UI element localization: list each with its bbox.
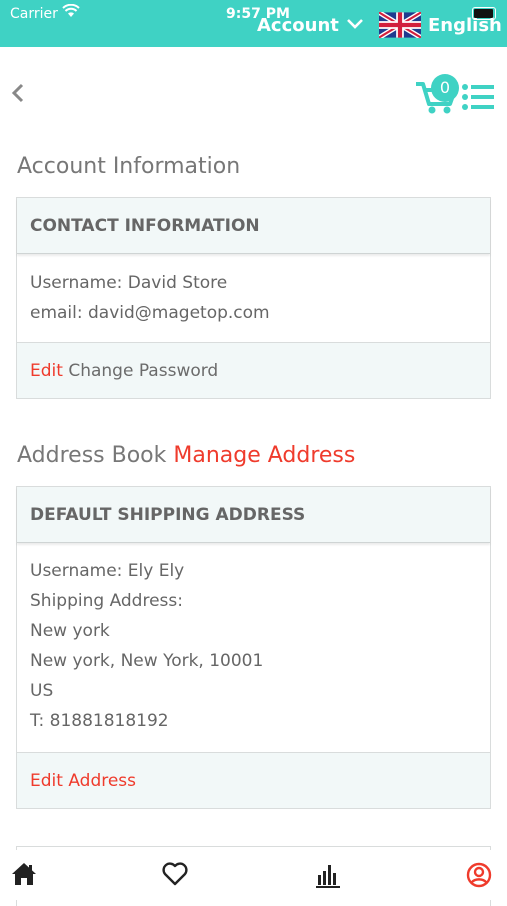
list-menu-icon[interactable] bbox=[462, 84, 494, 110]
cart-count-badge[interactable]: 0 bbox=[431, 74, 459, 102]
bottom-tab-bar bbox=[0, 850, 507, 900]
battery-icon bbox=[472, 7, 496, 20]
address-street-line: New york bbox=[30, 621, 110, 641]
manage-address-link[interactable]: Manage Address bbox=[173, 443, 355, 468]
account-information-title: Account Information bbox=[17, 154, 241, 179]
address-country-line: US bbox=[30, 681, 54, 701]
account-icon[interactable] bbox=[466, 862, 492, 888]
address-username-line: Username: Ely Ely bbox=[30, 561, 185, 581]
heart-icon[interactable] bbox=[162, 862, 188, 886]
address-actions: Edit Address bbox=[17, 752, 490, 808]
edit-address-link[interactable]: Edit Address bbox=[30, 771, 136, 791]
account-menu-label[interactable]: Account bbox=[257, 15, 339, 36]
address-city-line: New york, New York, 10001 bbox=[30, 651, 264, 671]
username-line: Username: David Store bbox=[30, 273, 228, 293]
address-book-title: Address Book bbox=[17, 443, 167, 468]
edit-link[interactable]: Edit bbox=[30, 361, 63, 381]
default-shipping-address-card: DEFAULT SHIPPING ADDRESS Username: Ely E… bbox=[16, 486, 491, 809]
top-bar: Carrier 9:57 PM Account English bbox=[0, 0, 507, 47]
contact-actions: Edit Change Password bbox=[17, 342, 490, 398]
uk-flag-icon[interactable] bbox=[379, 12, 421, 38]
contact-information-card: CONTACT INFORMATION Username: David Stor… bbox=[16, 197, 491, 399]
back-chevron-icon[interactable] bbox=[10, 82, 26, 104]
home-icon[interactable] bbox=[11, 862, 37, 886]
address-book-heading: Address Book Manage Address bbox=[17, 443, 355, 468]
change-password-link[interactable]: Change Password bbox=[68, 361, 218, 381]
contact-information-heading: CONTACT INFORMATION bbox=[17, 198, 490, 254]
chart-icon[interactable] bbox=[316, 862, 340, 888]
shipping-address-label: Shipping Address: bbox=[30, 591, 183, 611]
email-line: email: david@magetop.com bbox=[30, 303, 270, 323]
wifi-icon bbox=[62, 4, 80, 17]
shipping-address-heading: DEFAULT SHIPPING ADDRESS bbox=[17, 487, 490, 543]
chevron-down-icon[interactable] bbox=[346, 18, 364, 30]
carrier-label: Carrier bbox=[10, 6, 58, 22]
address-phone-line: T: 81881818192 bbox=[30, 711, 169, 731]
